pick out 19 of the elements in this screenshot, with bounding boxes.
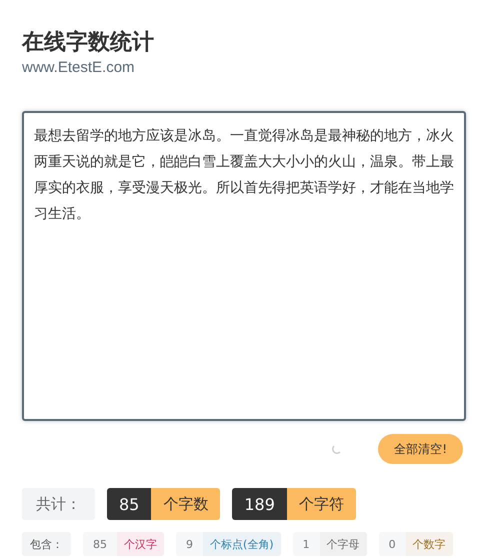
- detail-count: 85: [92, 536, 108, 552]
- total-label: 共计：: [22, 488, 95, 520]
- site-url: www.EtestE.com: [22, 58, 136, 78]
- detail-unit: 个标点(全角): [203, 532, 281, 556]
- contains-label: 包含：: [22, 532, 71, 556]
- loading-spinner-icon: [332, 444, 342, 454]
- total-unit: 个字数: [151, 488, 220, 520]
- detail-count: 9: [185, 536, 194, 552]
- page-title: 在线字数统计: [22, 28, 155, 57]
- detail-count: 0: [388, 536, 397, 552]
- total-count: 85: [107, 488, 152, 520]
- detail-unit: 个汉字: [117, 532, 164, 556]
- detail-unit: 个字母: [320, 532, 367, 556]
- total-unit: 个字符: [286, 488, 356, 520]
- total-count: 189: [232, 488, 287, 520]
- detail-unit: 个数字: [406, 532, 453, 556]
- clear-all-button[interactable]: 全部清空!: [378, 434, 463, 464]
- detail-count: 1: [302, 536, 311, 552]
- text-input-field[interactable]: 最想去留学的地方应该是冰岛。一直觉得冰岛是最神秘的地方，冰火两重天说的就是它，皑皑白雪上覆盖大大小小的火山，温泉。带上最厚实的衣服，享受漫天极光。所以首先得把英语学好，才能在当地学习生活。: [22, 111, 466, 421]
